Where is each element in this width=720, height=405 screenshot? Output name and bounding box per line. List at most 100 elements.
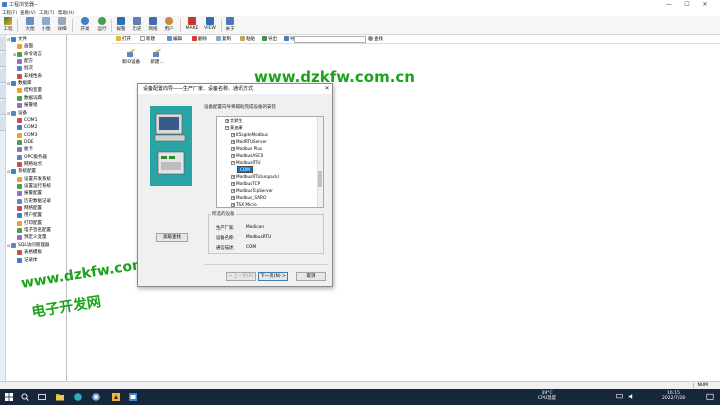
clock[interactable]: 16:15 2022/7/28 — [662, 391, 685, 401]
notification-icon[interactable] — [706, 393, 714, 401]
device-tree-node[interactable]: +ModbusRTU(unpack) — [231, 174, 279, 180]
browser-icon[interactable] — [91, 392, 101, 402]
explorer-icon[interactable] — [55, 392, 65, 402]
cancel-button[interactable]: 取消 — [296, 272, 326, 281]
tree-item[interactable]: 设置运行系统 — [13, 183, 51, 190]
next-button[interactable]: 下一页(N) > — [258, 272, 288, 281]
toolbar-network-button[interactable]: 网络 — [146, 17, 160, 34]
toolbar-alarm-button[interactable]: 报警 — [114, 17, 128, 34]
tree-item[interactable]: 历史数据记录 — [13, 198, 51, 205]
paste-button[interactable]: 粘贴 — [240, 36, 255, 43]
tree-item[interactable]: DDE — [13, 139, 34, 146]
tree-item[interactable]: 用户配置 — [13, 212, 42, 219]
volume-tray-icon[interactable] — [628, 393, 635, 400]
tree-item[interactable]: COM1 — [13, 117, 37, 124]
dialog-close-button[interactable]: ✕ — [322, 84, 332, 94]
toolbar-develop-button[interactable]: 开发 — [78, 17, 92, 34]
edge-browser-icon[interactable] — [73, 392, 83, 402]
start-button-icon[interactable] — [4, 392, 14, 402]
device-tree-node[interactable]: +Modbus_SARO — [231, 195, 266, 201]
device-tree-node[interactable]: COM — [237, 166, 253, 173]
tree-expander[interactable]: − — [225, 126, 229, 130]
maximize-button[interactable]: ☐ — [680, 0, 694, 9]
tree-item[interactable]: ⊟ SQL访问管理器 — [7, 242, 49, 249]
tree-expander[interactable]: − — [231, 161, 235, 165]
toolbar-about-button[interactable]: 关于 — [223, 17, 237, 34]
network-tray-icon[interactable] — [616, 393, 623, 400]
tree-item[interactable]: ⊟ 文件 — [7, 36, 27, 43]
tree-item[interactable]: 网络站点 — [13, 161, 42, 168]
tree-item[interactable]: OPC服务器 — [13, 154, 47, 161]
device-tree-node[interactable]: +Modbus Plus — [231, 146, 262, 152]
open-button[interactable]: 打开 — [116, 36, 131, 43]
tree-item[interactable]: 预定义变量 — [13, 234, 47, 241]
tree-item[interactable]: ⊞ 命令语言 — [13, 51, 42, 58]
tree-item[interactable]: 设置开发系统 — [13, 176, 51, 183]
tree-item[interactable]: 配方 — [13, 58, 33, 65]
toolbar-view-button[interactable]: VIEW — [202, 17, 218, 34]
tree-item[interactable]: 板卡 — [13, 146, 33, 153]
device-tree-node[interactable]: +ModbusTCP — [231, 181, 260, 187]
tree-item[interactable]: 电子签名配置 — [13, 227, 51, 234]
tree-item[interactable]: 结构变量 — [13, 87, 42, 94]
advanced-search-button[interactable]: 高级查找 — [156, 233, 188, 242]
device-tree-node[interactable]: +K5sgdnModbus — [231, 132, 268, 138]
task-view-icon[interactable] — [37, 392, 47, 402]
prev-button[interactable]: < 上一步(B) — [226, 272, 256, 281]
tree-item[interactable]: ⊟ 数据库 — [7, 80, 32, 87]
tree-item[interactable]: 画面 — [13, 43, 33, 50]
device-tree-node[interactable]: +ModbusTcpServer — [231, 188, 273, 194]
device-tree-node[interactable]: +ModbusASCII — [231, 153, 263, 159]
tree-scrollbar[interactable] — [317, 117, 323, 207]
tree-item[interactable]: 报警组 — [13, 102, 38, 109]
toolbar-history-button[interactable]: 历史 — [130, 17, 144, 34]
tree-expander[interactable]: + — [231, 196, 235, 200]
tree-item[interactable]: COM2 — [13, 124, 37, 131]
toolbar-small-icons-button[interactable]: 小图 — [39, 17, 53, 34]
tree-expander[interactable]: + — [231, 203, 235, 207]
device-tree-node[interactable]: +ModRTUServer — [231, 139, 267, 145]
device-tree-node[interactable]: −莫迪康 — [225, 125, 243, 131]
toolbar-details-button[interactable]: 详细 — [55, 17, 69, 34]
tree-expander[interactable]: + — [225, 119, 229, 123]
device-tree-node[interactable]: +TSX Micro — [231, 202, 257, 207]
tree-expander[interactable]: + — [231, 189, 235, 193]
delete-button[interactable]: 删除 — [192, 36, 207, 43]
tree-item[interactable]: COM3 — [13, 132, 37, 139]
tree-item[interactable]: 批次 — [13, 65, 33, 72]
tree-item[interactable]: 表格模板 — [13, 249, 42, 256]
tree-item[interactable]: 数据词典 — [13, 95, 42, 102]
close-button[interactable]: ✕ — [698, 0, 712, 9]
tree-expander[interactable]: + — [231, 133, 235, 137]
tree-item[interactable]: 非线性表 — [13, 73, 42, 80]
edit-button[interactable]: 编辑 — [167, 36, 182, 43]
search-icon[interactable] — [20, 392, 30, 402]
tree-expander[interactable]: + — [231, 147, 235, 151]
tree-scrollbar-thumb[interactable] — [318, 171, 322, 187]
tree-item[interactable]: ⊟ 设备 — [7, 110, 27, 117]
kingview-app-icon[interactable] — [111, 392, 121, 402]
tree-item[interactable]: 打印配置 — [13, 220, 42, 227]
minimize-button[interactable]: — — [662, 0, 676, 9]
toolbar-large-icons-button[interactable]: 大图 — [23, 17, 37, 34]
search-input[interactable] — [294, 36, 366, 43]
toolbar-make-button[interactable]: MAKE — [184, 17, 200, 34]
device-tree-node[interactable]: +艾默生 — [225, 118, 243, 124]
tree-item[interactable]: 网络配置 — [13, 205, 42, 212]
device-item-new-io[interactable]: 新IO设备 — [120, 48, 142, 65]
tree-expander[interactable]: + — [231, 154, 235, 158]
tree-expander[interactable]: + — [231, 182, 235, 186]
tree-item[interactable]: ⊟ 系统配置 — [7, 168, 36, 175]
project-explorer-app-icon[interactable] — [128, 392, 138, 402]
tree-item[interactable]: 报警配置 — [13, 190, 42, 197]
toolbar-project-button[interactable]: 工程 — [1, 17, 15, 34]
toolbar-user-button[interactable]: 用户 — [162, 17, 176, 34]
find-button[interactable]: 查找 — [368, 36, 383, 43]
tree-expander[interactable]: + — [231, 175, 235, 179]
new-button[interactable]: 新建 — [140, 36, 155, 43]
toolbar-run-button[interactable]: 运行 — [95, 17, 109, 34]
tree-expander[interactable]: + — [231, 140, 235, 144]
device-item-new[interactable]: 新建... — [146, 48, 168, 65]
export-button[interactable]: 导出 — [262, 36, 277, 43]
copy-button[interactable]: 复制 — [216, 36, 231, 43]
